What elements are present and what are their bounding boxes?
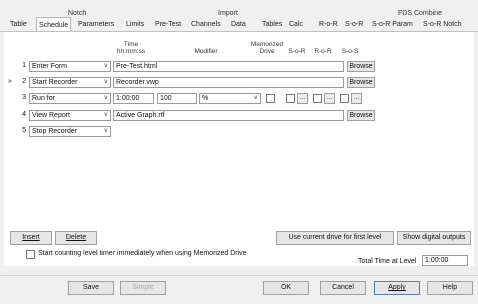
apply-button-label: Apply xyxy=(388,284,406,291)
ok-button[interactable]: OK xyxy=(263,281,309,295)
column-modifier: Modifier xyxy=(194,48,218,55)
row-number: 4 xyxy=(22,111,26,118)
row-number: 2 xyxy=(22,78,26,85)
schedule-panel: Time hh:mm:ss Modifier Memorized Drive S… xyxy=(4,32,474,266)
browse-button[interactable]: Browse xyxy=(347,110,375,121)
browse-button[interactable]: Browse xyxy=(347,61,375,72)
column-s-o-s: S-o-S xyxy=(341,48,359,55)
s-o-r-options-button[interactable]: ... xyxy=(297,93,308,104)
r-o-r-options-button[interactable]: ... xyxy=(324,93,335,104)
footer-separator xyxy=(0,275,478,276)
column-memorized-drive: Memorized Drive xyxy=(250,41,284,55)
start-counting-label: Start counting level timer immediately w… xyxy=(38,250,247,257)
modifier-unit-select[interactable]: % ∨ xyxy=(199,93,261,104)
file-field[interactable]: Pre-Test.html xyxy=(113,61,344,72)
tab-data[interactable]: Data xyxy=(229,19,248,31)
action-select[interactable]: Stop Recorder ∨ xyxy=(29,126,111,137)
tab-schedule[interactable]: Schedule xyxy=(36,17,72,32)
tab-group-fds-combine: FDS Combine xyxy=(398,10,442,17)
tab-group-notch: Notch xyxy=(68,10,87,17)
memorized-drive-checkbox[interactable] xyxy=(266,94,275,103)
start-counting-checkbox[interactable] xyxy=(26,250,35,259)
tab-tables[interactable]: Tables xyxy=(260,19,284,31)
tab-s-o-r-param[interactable]: S-o-R Param xyxy=(370,19,415,31)
insert-button[interactable]: Insert xyxy=(10,231,52,245)
help-button[interactable]: Help xyxy=(427,281,473,295)
tab-group-import: Import xyxy=(218,10,238,17)
tab-channels[interactable]: Channels xyxy=(189,19,223,31)
row-number: 1 xyxy=(22,62,26,69)
action-value: Enter Form xyxy=(32,63,68,70)
column-r-o-r: R-o-R xyxy=(314,48,332,55)
action-value: Start Recorder xyxy=(32,79,78,86)
modifier-amount-field[interactable]: 100 xyxy=(157,93,197,104)
tab-s-o-r-notch[interactable]: S-o-R Notch xyxy=(421,19,464,31)
chevron-down-icon: ∨ xyxy=(103,63,108,69)
delete-button[interactable]: Delete xyxy=(55,231,97,245)
s-o-s-options-button[interactable]: ... xyxy=(351,93,362,104)
browse-button[interactable]: Browse xyxy=(347,77,375,88)
use-current-drive-button[interactable]: Use current drive for first level xyxy=(276,231,394,245)
tab-parameters[interactable]: Parameters xyxy=(76,19,116,31)
s-o-r-checkbox[interactable] xyxy=(286,94,295,103)
insert-button-label: Insert xyxy=(22,234,40,241)
s-o-s-checkbox[interactable] xyxy=(340,94,349,103)
action-value: Run for xyxy=(32,95,55,102)
row-number: 5 xyxy=(22,127,26,134)
action-value: View Report xyxy=(32,112,71,119)
save-button[interactable]: Save xyxy=(68,281,114,295)
apply-button[interactable]: Apply xyxy=(374,281,420,295)
column-time-format: hh:mm:ss xyxy=(116,48,146,55)
tab-r-o-r[interactable]: R-o-R xyxy=(317,19,340,31)
column-time: Time hh:mm:ss xyxy=(116,41,146,55)
delete-button-label: Delete xyxy=(65,234,87,241)
r-o-r-checkbox[interactable] xyxy=(313,94,322,103)
show-digital-outputs-button[interactable]: Show digital outputs xyxy=(397,231,471,245)
tab-s-o-r[interactable]: S-o-R xyxy=(343,19,365,31)
action-select[interactable]: View Report ∨ xyxy=(29,110,111,121)
chevron-down-icon: ∨ xyxy=(103,128,108,134)
column-s-o-r: S-o-R xyxy=(288,48,306,55)
row-number: 3 xyxy=(22,94,26,101)
tab-calc[interactable]: Calc xyxy=(287,19,305,31)
file-field[interactable]: Active Graph.rtf xyxy=(113,110,344,121)
modifier-unit-value: % xyxy=(202,95,209,102)
total-time-label: Total Time at Level xyxy=(358,258,417,265)
tab-pre-test[interactable]: Pre-Test xyxy=(153,19,183,31)
chevron-down-icon: ∨ xyxy=(103,112,108,118)
chevron-down-icon: ∨ xyxy=(103,95,108,101)
chevron-down-icon: ∨ xyxy=(103,79,108,85)
column-time-title: Time xyxy=(123,41,139,48)
chevron-down-icon: ∨ xyxy=(253,95,258,101)
column-memorized-drive-label: Drive xyxy=(259,48,275,55)
tab-limits[interactable]: Limits xyxy=(124,19,146,31)
time-field[interactable]: 1:00:00 xyxy=(113,93,154,104)
file-field[interactable]: Recorder.vwp xyxy=(113,77,344,88)
action-value: Stop Recorder xyxy=(32,128,78,135)
simple-button[interactable]: Simple xyxy=(120,281,166,295)
total-time-field[interactable]: 1:00:00 xyxy=(422,255,468,266)
cancel-button[interactable]: Cancel xyxy=(320,281,366,295)
tab-table[interactable]: Table xyxy=(8,19,29,31)
action-select[interactable]: Run for ∨ xyxy=(29,93,111,104)
action-select[interactable]: Start Recorder ∨ xyxy=(29,77,111,88)
action-select[interactable]: Enter Form ∨ xyxy=(29,61,111,72)
column-memorized-title: Memorized xyxy=(250,41,284,48)
